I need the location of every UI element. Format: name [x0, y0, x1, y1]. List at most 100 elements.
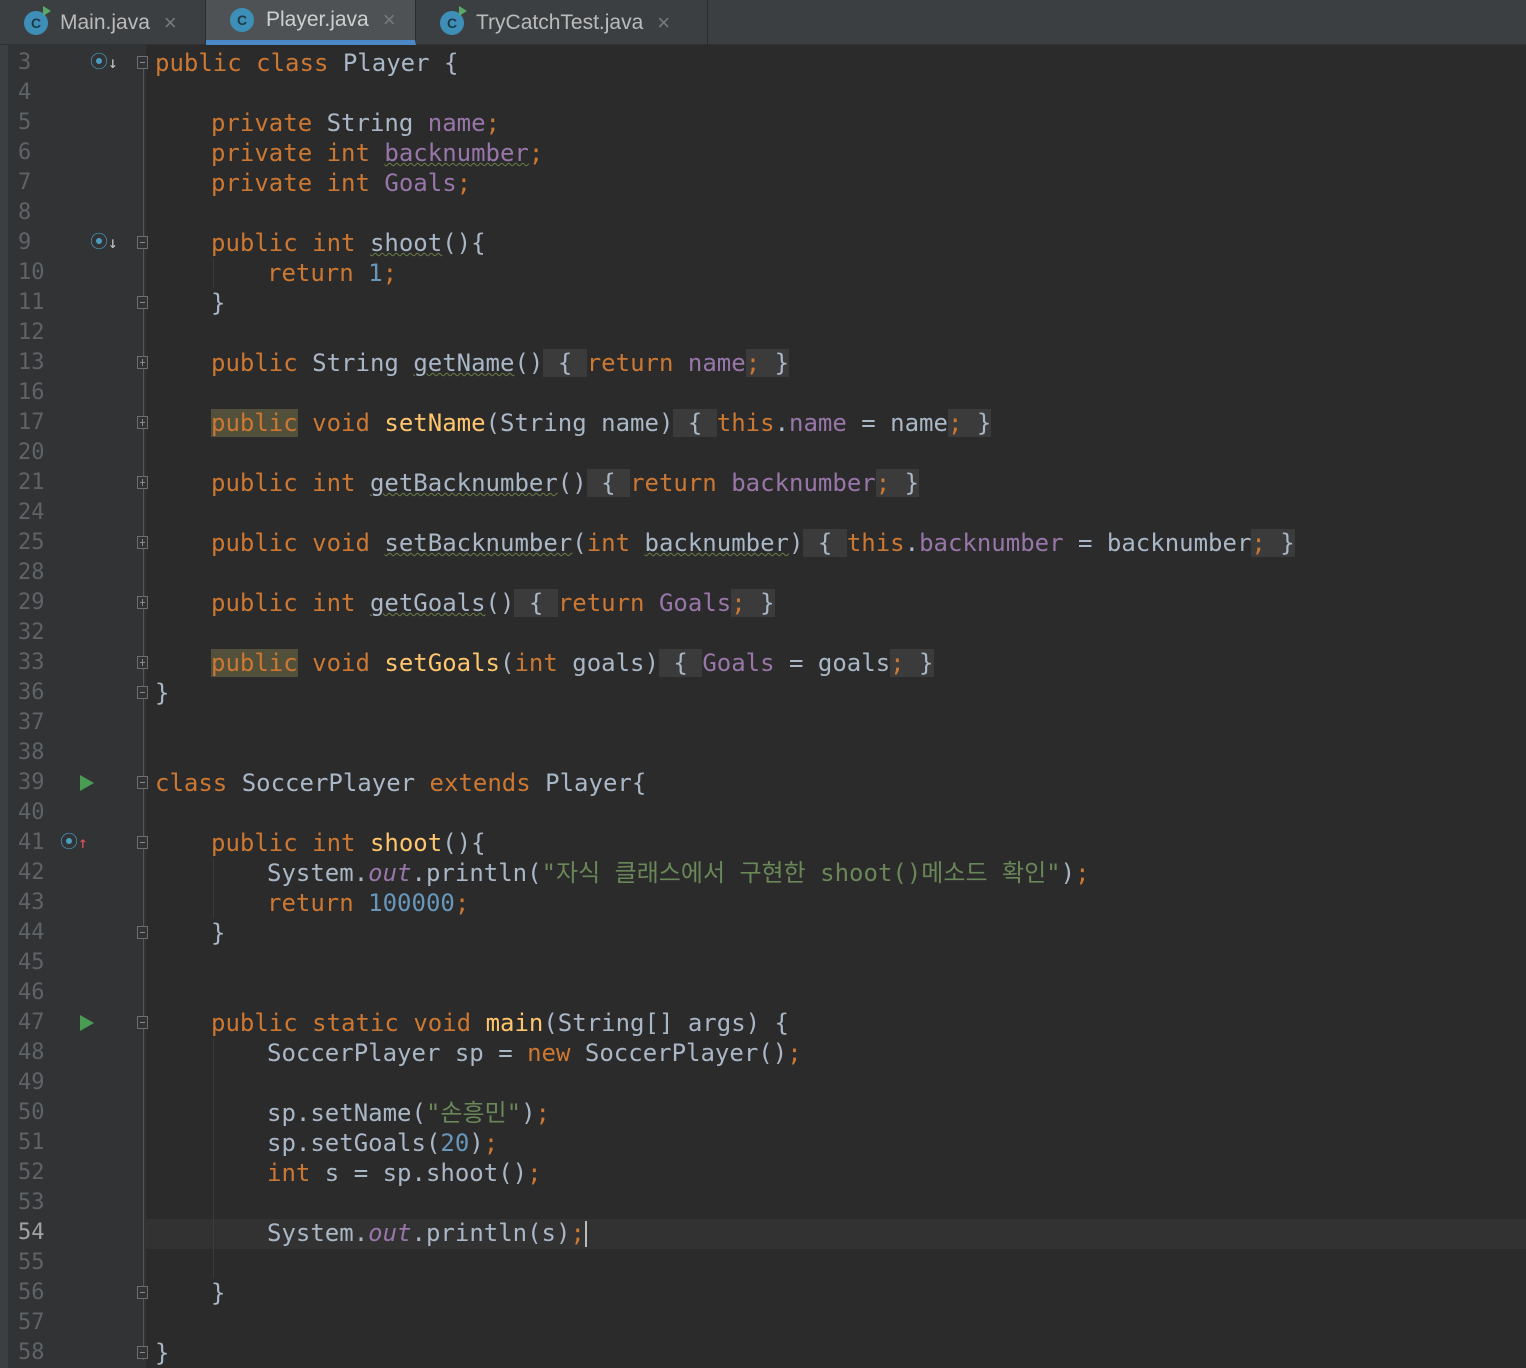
text-cursor	[584, 1221, 587, 1247]
run-icon[interactable]	[80, 1015, 94, 1031]
line-number: 53	[18, 1190, 45, 1215]
tab-main-java[interactable]: C Main.java ×	[0, 0, 206, 45]
code-text: System.out.println("자식 클래스에서 구현한 shoot()…	[267, 859, 1090, 887]
code-line: 13 public String getName() { return name…	[0, 348, 1526, 378]
line-number: 36	[18, 680, 45, 705]
fold-marker[interactable]	[137, 836, 148, 849]
line-number: 42	[18, 860, 45, 885]
code-text: private int backnumber;	[211, 139, 544, 167]
run-icon[interactable]	[80, 775, 94, 791]
code-line: 10 return 1;	[0, 258, 1526, 288]
code-line: 39 class SoccerPlayer extends Player{	[0, 768, 1526, 798]
code-line: 43 return 100000;	[0, 888, 1526, 918]
code-line: 29 public int getGoals() { return Goals;…	[0, 588, 1526, 618]
code-text: return 1;	[267, 259, 398, 287]
fold-expand-marker[interactable]	[137, 656, 148, 669]
code-line: 42 System.out.println("자식 클래스에서 구현한 shoo…	[0, 858, 1526, 888]
line-number: 55	[18, 1250, 45, 1275]
code-line: 51 sp.setGoals(20);	[0, 1128, 1526, 1158]
line-number: 29	[18, 590, 45, 615]
fold-marker[interactable]	[137, 56, 148, 69]
code-text: int s = sp.shoot();	[267, 1159, 542, 1187]
code-line: 17 public void setName(String name) { th…	[0, 408, 1526, 438]
code-line: 52 int s = sp.shoot();	[0, 1158, 1526, 1188]
line-number: 56	[18, 1280, 45, 1305]
line-number: 47	[18, 1010, 45, 1035]
code-line-current: 54 System.out.println(s);	[0, 1218, 1526, 1248]
fold-expand-marker[interactable]	[137, 416, 148, 429]
overridden-method-icon[interactable]: ⦿↓	[90, 48, 118, 78]
code-line: 12	[0, 318, 1526, 348]
fold-marker[interactable]	[137, 1346, 148, 1359]
code-text: public void setName(String name) { this.…	[211, 409, 992, 437]
line-number: 45	[18, 950, 45, 975]
fold-marker[interactable]	[137, 296, 148, 309]
code-line: 20	[0, 438, 1526, 468]
code-line: 4	[0, 78, 1526, 108]
tab-player-java[interactable]: C Player.java ×	[206, 0, 416, 45]
code-line: 25 public void setBacknumber(int backnum…	[0, 528, 1526, 558]
fold-marker[interactable]	[137, 1286, 148, 1299]
line-number: 38	[18, 740, 45, 765]
fold-marker[interactable]	[137, 236, 148, 249]
code-line: 6 private int backnumber;	[0, 138, 1526, 168]
editor-tab-bar: C Main.java × C Player.java × C TryCatch…	[0, 0, 1526, 45]
line-number: 32	[18, 620, 45, 645]
line-number: 7	[18, 170, 32, 195]
fold-marker[interactable]	[137, 926, 148, 939]
line-number: 54	[18, 1220, 45, 1245]
line-number: 50	[18, 1100, 45, 1125]
line-number: 48	[18, 1040, 45, 1065]
code-text: System.out.println(s);	[267, 1219, 587, 1247]
code-text: class SoccerPlayer extends Player{	[155, 769, 647, 797]
code-line: 41 ⦿↑ public int shoot(){	[0, 828, 1526, 858]
class-run-icon: C	[24, 5, 51, 35]
overriding-method-icon[interactable]: ⦿↑	[60, 828, 88, 858]
fold-marker[interactable]	[137, 776, 148, 789]
code-line: 48 SoccerPlayer sp = new SoccerPlayer();	[0, 1038, 1526, 1068]
code-text: }	[211, 289, 226, 317]
code-text: }	[211, 1279, 226, 1307]
close-icon[interactable]: ×	[164, 10, 177, 36]
fold-marker[interactable]	[137, 686, 148, 699]
line-number: 24	[18, 500, 45, 525]
code-text: return 100000;	[267, 889, 470, 917]
line-number: 11	[18, 290, 45, 315]
class-icon: C	[230, 8, 254, 32]
code-line: 11 }	[0, 288, 1526, 318]
fold-expand-marker[interactable]	[137, 476, 148, 489]
tab-trycatchtest-java[interactable]: C TryCatchTest.java ×	[416, 0, 708, 45]
code-text: }	[155, 679, 170, 707]
code-line: 46	[0, 978, 1526, 1008]
line-number: 41	[18, 830, 45, 855]
line-number: 58	[18, 1340, 45, 1365]
line-number: 44	[18, 920, 45, 945]
code-line: 33 public void setGoals(int goals) { Goa…	[0, 648, 1526, 678]
fold-expand-marker[interactable]	[137, 596, 148, 609]
fold-marker[interactable]	[137, 1016, 148, 1029]
code-line: 9 ⦿↓ public int shoot(){	[0, 228, 1526, 258]
code-text: sp.setName("손흥민");	[267, 1099, 550, 1127]
line-number: 3	[18, 50, 32, 75]
code-line: 50 sp.setName("손흥민");	[0, 1098, 1526, 1128]
code-line: 7 private int Goals;	[0, 168, 1526, 198]
line-number: 4	[18, 80, 32, 105]
code-line: 44 }	[0, 918, 1526, 948]
code-line: 53	[0, 1188, 1526, 1218]
line-number: 20	[18, 440, 45, 465]
fold-expand-marker[interactable]	[137, 356, 148, 369]
close-icon[interactable]: ×	[657, 10, 670, 36]
line-number: 12	[18, 320, 45, 345]
code-line: 36 }	[0, 678, 1526, 708]
fold-expand-marker[interactable]	[137, 536, 148, 549]
code-text: sp.setGoals(20);	[267, 1129, 499, 1157]
code-line: 40	[0, 798, 1526, 828]
overridden-method-icon[interactable]: ⦿↓	[90, 228, 118, 258]
code-text: private String name;	[211, 109, 500, 137]
code-text: public String getName() { return name; }	[211, 349, 790, 377]
code-line: 49	[0, 1068, 1526, 1098]
code-text: public class Player {	[155, 49, 459, 77]
line-number: 39	[18, 770, 45, 795]
tab-label: Main.java	[60, 10, 150, 34]
close-icon[interactable]: ×	[383, 7, 396, 33]
